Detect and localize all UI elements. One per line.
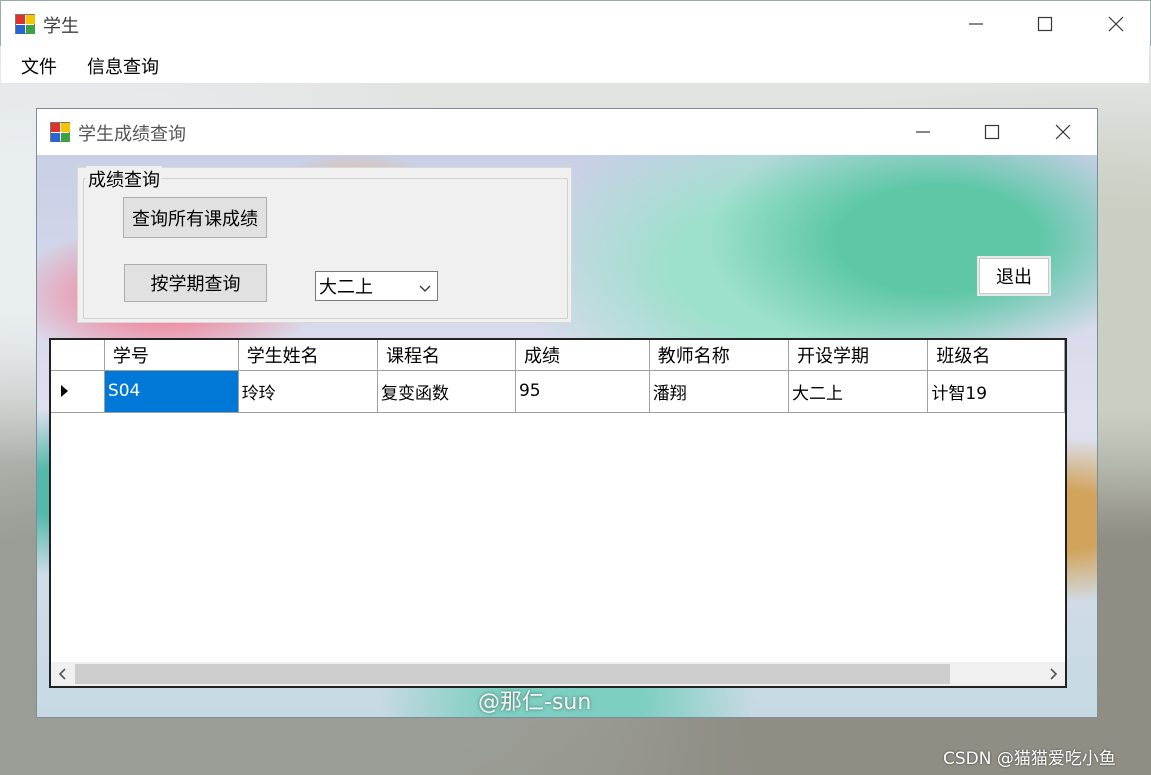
table-cell[interactable]: S04 xyxy=(104,370,239,413)
column-header[interactable]: 学号 xyxy=(104,340,239,371)
table-cell[interactable]: 大二上 xyxy=(788,370,929,413)
child-window-title: 学生成绩查询 xyxy=(78,124,186,145)
main-title-bar: 学生 xyxy=(0,0,1151,46)
column-header[interactable]: 开设学期 xyxy=(788,340,929,371)
term-select-value: 大二上 xyxy=(319,277,373,298)
score-table: 学号 学生姓名 课程名 成绩 教师名称 开设学期 班级名 S04 玲玲 复变函数… xyxy=(51,340,1065,413)
table-cell[interactable]: 潘翔 xyxy=(649,370,790,413)
row-header-corner xyxy=(51,340,105,371)
menu-info-query[interactable]: 信息查询 xyxy=(87,53,159,79)
score-query-groupbox: 成绩查询 查询所有课成绩 按学期查询 大二上 xyxy=(77,166,572,323)
table-cell[interactable]: 玲玲 xyxy=(238,370,379,413)
child-close-icon[interactable] xyxy=(1040,114,1086,150)
child-title-bar: 学生成绩查询 xyxy=(37,109,1097,155)
maximize-icon[interactable] xyxy=(1022,6,1068,42)
minimize-icon[interactable] xyxy=(953,6,999,42)
child-app-icon xyxy=(50,122,70,142)
query-by-term-button[interactable]: 按学期查询 xyxy=(124,264,267,302)
score-grid: 学号 学生姓名 课程名 成绩 教师名称 开设学期 班级名 S04 玲玲 复变函数… xyxy=(49,338,1067,688)
close-icon[interactable] xyxy=(1093,6,1139,42)
column-header[interactable]: 成绩 xyxy=(515,340,650,371)
scroll-left-icon[interactable] xyxy=(55,666,71,682)
query-all-scores-button[interactable]: 查询所有课成绩 xyxy=(123,197,267,238)
main-window-title: 学生 xyxy=(43,16,79,37)
menu-bar: 文件 信息查询 xyxy=(1,46,1149,83)
column-header[interactable]: 教师名称 xyxy=(649,340,790,371)
child-maximize-icon[interactable] xyxy=(969,114,1015,150)
table-cell[interactable]: 计智19 xyxy=(927,370,1065,413)
horizontal-scrollbar[interactable] xyxy=(51,662,1065,686)
table-row[interactable]: S04 玲玲 复变函数 95 潘翔 大二上 计智19 xyxy=(51,370,1065,413)
score-query-window: 学生成绩查询 成绩查询 查询所有课成绩 按学期查询 大二上 退出 学号 学生姓名… xyxy=(36,108,1098,718)
table-cell[interactable]: 95 xyxy=(515,370,650,413)
current-row-arrow-icon xyxy=(61,385,68,397)
app-icon xyxy=(15,14,35,34)
chevron-down-icon xyxy=(419,285,431,292)
term-select[interactable]: 大二上 xyxy=(315,271,438,301)
table-cell[interactable]: 复变函数 xyxy=(377,370,516,413)
child-body: 成绩查询 查询所有课成绩 按学期查询 大二上 退出 学号 学生姓名 课程名 成绩… xyxy=(37,155,1097,717)
column-header[interactable]: 课程名 xyxy=(377,340,516,371)
exit-button[interactable]: 退出 xyxy=(977,256,1051,296)
csdn-watermark: CSDN @猫猫爱吃小鱼 xyxy=(943,749,1116,769)
column-header[interactable]: 学生姓名 xyxy=(238,340,379,371)
scrollbar-thumb[interactable] xyxy=(75,664,950,684)
scroll-right-icon[interactable] xyxy=(1045,666,1061,682)
child-minimize-icon[interactable] xyxy=(900,114,946,150)
weibo-watermark: @那仁-sun xyxy=(478,690,592,715)
groupbox-title: 成绩查询 xyxy=(86,166,162,192)
row-header[interactable] xyxy=(51,370,105,413)
menu-file[interactable]: 文件 xyxy=(21,53,57,79)
grid-header-row: 学号 学生姓名 课程名 成绩 教师名称 开设学期 班级名 xyxy=(51,340,1065,371)
column-header[interactable]: 班级名 xyxy=(927,340,1065,371)
